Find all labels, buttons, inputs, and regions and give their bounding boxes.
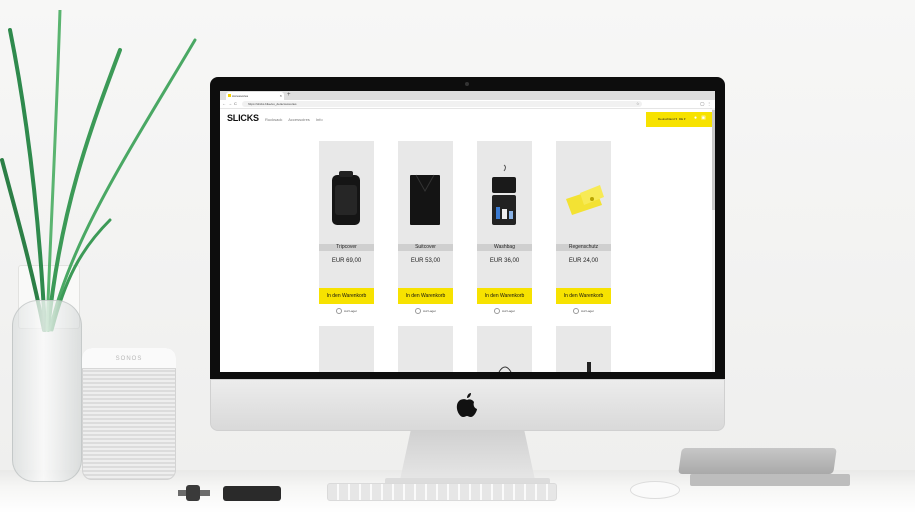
- laptop-base: [690, 474, 850, 486]
- bookmark-star-icon[interactable]: ☆: [636, 100, 640, 108]
- product-card-partial[interactable]: [319, 326, 374, 372]
- site-header: SLICKS Rucksack Accessoires Info Deutsch…: [220, 109, 715, 131]
- product-card-partial[interactable]: [398, 326, 453, 372]
- nav-info[interactable]: Info: [316, 117, 323, 122]
- browser-tab[interactable]: Accessories ×: [226, 92, 284, 100]
- product-body: [477, 251, 532, 288]
- keyboard: [327, 483, 557, 501]
- user-icon[interactable]: ●: [694, 115, 697, 121]
- stock-label: Auf Lager: [580, 308, 594, 313]
- language-selector[interactable]: DE ▾: [679, 117, 686, 121]
- imac-screen: Accessories × + ← → C https://slicks.bik…: [220, 91, 715, 372]
- product-card-partial[interactable]: [556, 326, 611, 372]
- browser-urlbar: ← → C https://slicks.bike/eu_de/accessor…: [220, 100, 715, 109]
- tab-title: Accessories: [232, 94, 249, 98]
- stock-label: Auf Lager: [501, 308, 515, 313]
- product-name: Washbag: [477, 244, 532, 251]
- add-to-cart-button[interactable]: In den Warenkorb: [556, 288, 611, 304]
- forward-icon[interactable]: →: [228, 100, 232, 108]
- stock-label: Auf Lager: [343, 308, 357, 313]
- glass-vase: [12, 300, 82, 482]
- stock-status: Auf Lager: [556, 308, 611, 314]
- country-selector[interactable]: Deutschland ▾: [658, 117, 677, 121]
- speaker-brand: SONOS: [82, 348, 176, 369]
- product-image[interactable]: [319, 141, 374, 244]
- tripcover-image: [332, 171, 360, 225]
- regenschutz-image: [566, 185, 604, 215]
- tab-close-icon[interactable]: ×: [280, 92, 282, 100]
- product-image[interactable]: [477, 141, 532, 244]
- browser-menu-icon[interactable]: ⋮: [707, 100, 711, 108]
- site-logo[interactable]: SLICKS: [227, 113, 259, 123]
- product-price: EUR 53,00: [410, 258, 441, 264]
- product-image[interactable]: [398, 141, 453, 244]
- reload-icon[interactable]: C: [234, 100, 237, 108]
- profile-icon[interactable]: ◯: [700, 100, 704, 108]
- plant-illustration: [0, 10, 197, 332]
- smartwatch: [178, 485, 210, 501]
- product-image[interactable]: [556, 141, 611, 244]
- stock-label: Auf Lager: [422, 308, 436, 313]
- page-scrollbar[interactable]: [712, 108, 715, 372]
- washbag-image: [492, 164, 516, 225]
- laptop-lid: [678, 448, 837, 474]
- product-price: EUR 36,00: [489, 258, 520, 264]
- stock-status: Auf Lager: [398, 308, 453, 314]
- nav-rucksack[interactable]: Rucksack: [265, 117, 282, 122]
- cart-icon[interactable]: ▣: [701, 115, 706, 121]
- partial-product-image: [587, 362, 591, 372]
- new-tab-button[interactable]: +: [287, 91, 291, 100]
- scrollbar-thumb[interactable]: [712, 110, 715, 210]
- suitcover-image: [410, 174, 440, 225]
- product-name: Regenschutz: [556, 244, 611, 251]
- stock-status: Auf Lager: [477, 308, 532, 314]
- favicon-icon: [228, 94, 231, 97]
- add-to-cart-button[interactable]: In den Warenkorb: [477, 288, 532, 304]
- stock-icon: [572, 308, 579, 314]
- imac-stand: [400, 430, 535, 480]
- product-body: [398, 251, 453, 288]
- url-text: https://slicks.bike/eu_de/accessories: [248, 102, 297, 106]
- partial-product-image: [498, 366, 512, 372]
- product-name: Suitcover: [398, 244, 453, 251]
- browser-tabbar: Accessories × +: [220, 91, 715, 100]
- camera-dot: [465, 82, 469, 86]
- product-body: [556, 251, 611, 288]
- back-icon[interactable]: ←: [222, 100, 226, 108]
- header-utility-bar: Deutschland ▾ DE ▾ ● ▣: [646, 112, 712, 127]
- product-price: EUR 24,00: [568, 258, 599, 264]
- add-to-cart-button[interactable]: In den Warenkorb: [319, 288, 374, 304]
- stock-status: Auf Lager: [319, 308, 374, 314]
- stock-icon: [335, 308, 342, 314]
- apple-logo-icon: [456, 393, 477, 417]
- stock-icon: [493, 308, 500, 314]
- sonos-speaker: SONOS: [82, 348, 176, 480]
- product-body: [319, 251, 374, 288]
- add-to-cart-button[interactable]: In den Warenkorb: [398, 288, 453, 304]
- nav-accessoires[interactable]: Accessoires: [288, 117, 310, 122]
- address-bar[interactable]: https://slicks.bike/eu_de/accessories: [242, 101, 642, 107]
- product-card-partial[interactable]: [477, 326, 532, 372]
- main-nav: Rucksack Accessoires Info: [265, 117, 328, 122]
- mouse: [630, 481, 680, 499]
- stock-icon: [414, 308, 421, 314]
- product-name: Tripcover: [319, 244, 374, 251]
- product-price: EUR 69,00: [331, 258, 362, 264]
- smartphone: [223, 486, 281, 501]
